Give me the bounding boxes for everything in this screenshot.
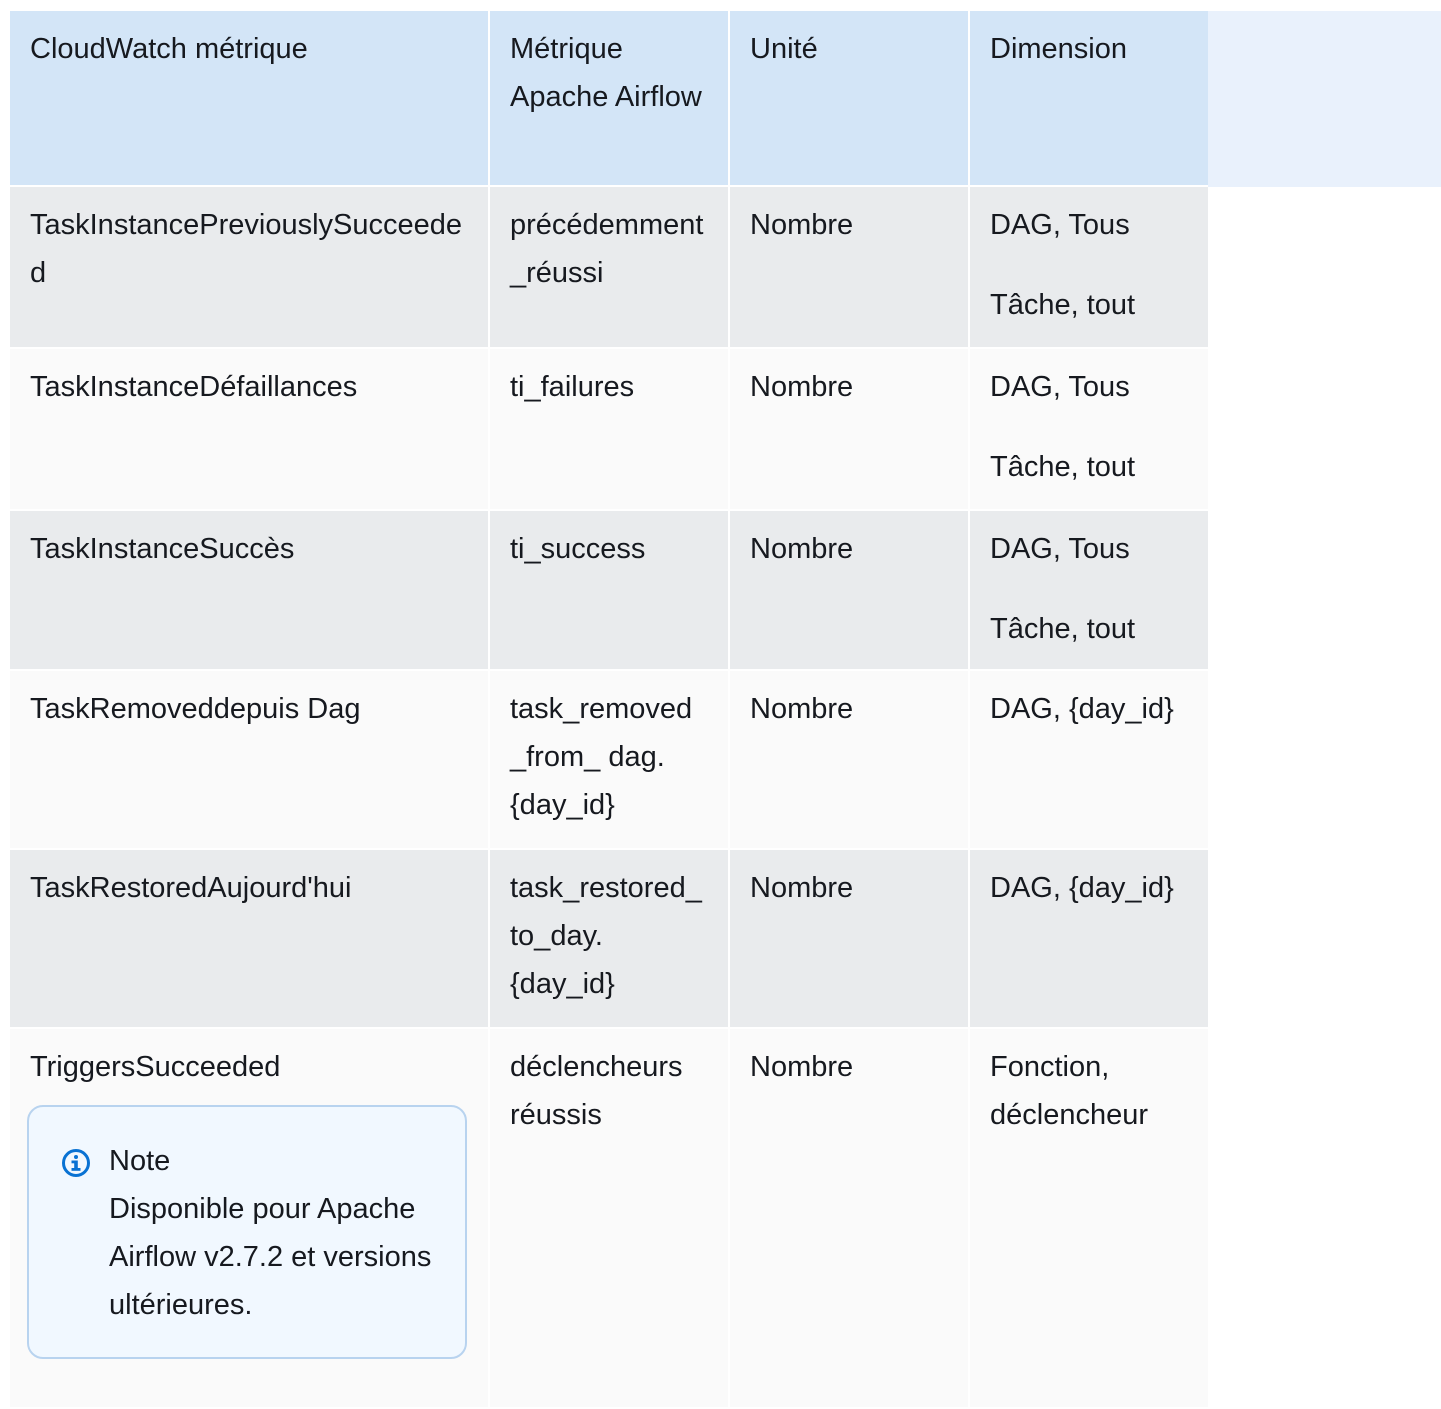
note-title: Note	[109, 1145, 171, 1177]
dimension-line: Tâche, tout	[990, 289, 1136, 321]
cell-unit: Nombre	[729, 849, 970, 1029]
header-unit: Unité	[729, 11, 970, 187]
cell-dimension: DAG, Tous Tâche, tout	[969, 348, 1208, 511]
dimension-line: DAG, Tous	[990, 533, 1130, 565]
cell-cloudwatch-metric: TaskInstanceSuccès	[10, 510, 490, 671]
dimension-line: Fonction, déclencheur	[990, 1051, 1148, 1131]
cell-airflow-metric: ti_success	[489, 510, 730, 671]
cell-airflow-metric: précédemment _réussi	[489, 186, 730, 349]
cell-cloudwatch-metric: TaskInstancePreviouslySucceeded	[10, 186, 490, 349]
cell-cloudwatch-metric: TriggersSucceeded Note Disponible pour A…	[10, 1028, 490, 1409]
cell-unit: Nombre	[729, 1028, 970, 1409]
dimension-line: DAG, Tous	[990, 371, 1130, 403]
cell-cloudwatch-metric: TaskRemoveddepuis Dag	[10, 670, 490, 850]
cell-unit: Nombre	[729, 670, 970, 850]
cell-airflow-metric: déclencheurs réussis	[489, 1028, 730, 1409]
cell-airflow-metric: task_removed_from_ dag. {day_id}	[489, 670, 730, 850]
note-header: Note	[61, 1137, 445, 1185]
header-airflow-metric: Métrique Apache Airflow	[489, 11, 730, 187]
table-row: TaskInstanceDéfaillances ti_failures Nom…	[10, 348, 1208, 511]
cell-airflow-metric: ti_failures	[489, 348, 730, 511]
table-row: TaskRestoredAujourd'hui task_restored_to…	[10, 849, 1208, 1029]
cell-cloudwatch-metric: TaskRestoredAujourd'hui	[10, 849, 490, 1029]
cell-unit: Nombre	[729, 510, 970, 671]
dimension-line: Tâche, tout	[990, 451, 1136, 483]
dimension-line: Tâche, tout	[990, 613, 1136, 645]
table-row: TaskInstanceSuccès ti_success Nombre DAG…	[10, 510, 1208, 671]
cell-dimension: Fonction, déclencheur	[969, 1028, 1208, 1409]
cell-airflow-metric: task_restored_to_day. {day_id}	[489, 849, 730, 1029]
metric-name: TriggersSucceeded	[30, 1051, 281, 1083]
table-row: TaskInstancePreviouslySucceeded précédem…	[10, 186, 1208, 349]
cell-unit: Nombre	[729, 348, 970, 511]
header-dimension: Dimension	[969, 11, 1208, 187]
info-icon	[62, 1149, 90, 1177]
dimension-line: DAG, {day_id}	[990, 693, 1174, 725]
header-row: CloudWatch métrique Métrique Apache Airf…	[10, 11, 1208, 187]
cell-dimension: DAG, Tous Tâche, tout	[969, 186, 1208, 349]
cell-dimension: DAG, {day_id}	[969, 849, 1208, 1029]
note-body: Disponible pour Apache Airflow v2.7.2 et…	[109, 1193, 432, 1321]
note-box: Note Disponible pour Apache Airflow v2.7…	[27, 1105, 467, 1359]
dimension-line: DAG, Tous	[990, 209, 1130, 241]
cell-unit: Nombre	[729, 186, 970, 349]
cell-dimension: DAG, {day_id}	[969, 670, 1208, 850]
cell-cloudwatch-metric: TaskInstanceDéfaillances	[10, 348, 490, 511]
metrics-table: CloudWatch métrique Métrique Apache Airf…	[10, 11, 1208, 1409]
dimension-line: DAG, {day_id}	[990, 872, 1174, 904]
table-row: TriggersSucceeded Note Disponible pour A…	[10, 1028, 1208, 1409]
header-cloudwatch-metric: CloudWatch métrique	[10, 11, 490, 187]
table-row: TaskRemoveddepuis Dag task_removed_from_…	[10, 670, 1208, 850]
cell-dimension: DAG, Tous Tâche, tout	[969, 510, 1208, 671]
